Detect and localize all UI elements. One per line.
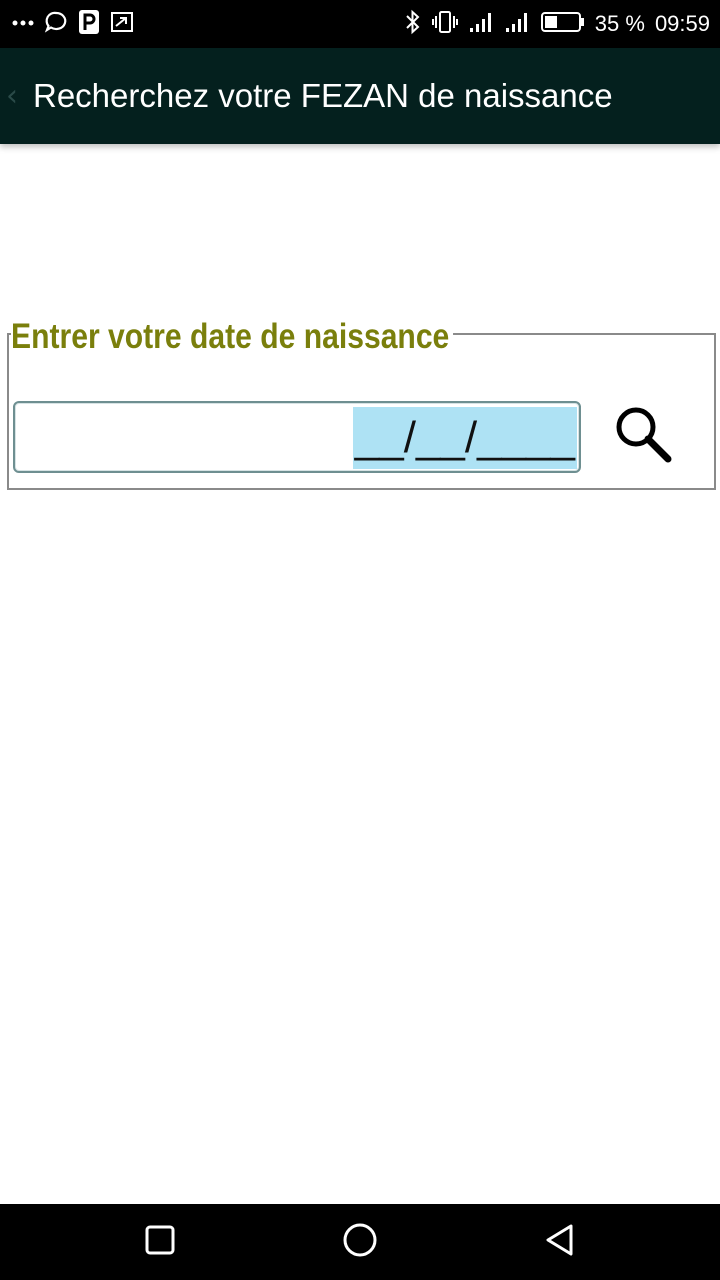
status-right: 35 % 09:59 [405, 9, 710, 40]
date-mask-text: __/__/____ [352, 407, 577, 469]
page-title: Recherchez votre FEZAN de naissance [33, 77, 613, 114]
chat-bubble-icon [44, 10, 68, 39]
back-chevron-icon[interactable]: ‹ [6, 79, 18, 114]
vibrate-icon [431, 10, 459, 39]
search-button[interactable] [607, 403, 679, 469]
more-dots-icon [12, 15, 34, 33]
search-icon [612, 403, 674, 470]
birthdate-group: Entrer votre date de naissance __/__/___… [7, 317, 716, 490]
back-icon [544, 1223, 576, 1262]
battery-icon [540, 11, 585, 38]
back-button[interactable] [520, 1204, 600, 1280]
birthdate-legend: Entrer votre date de naissance [11, 317, 453, 357]
signal-icon [469, 11, 495, 38]
bluetooth-icon [405, 9, 421, 40]
navigation-bar [0, 1204, 720, 1280]
status-bar: 35 % 09:59 [0, 0, 720, 48]
app-bar: ‹ Recherchez votre FEZAN de naissance [0, 48, 720, 144]
recent-apps-button[interactable] [120, 1204, 200, 1280]
home-icon [342, 1222, 378, 1263]
home-button[interactable] [320, 1204, 400, 1280]
clock: 09:59 [654, 11, 710, 36]
battery-percent: 35 % [594, 11, 645, 36]
birthdate-input[interactable]: __/__/____ [13, 401, 581, 473]
p-app-icon [78, 9, 100, 40]
signal-icon [505, 11, 531, 38]
recent-apps-icon [145, 1225, 175, 1260]
cast-icon [110, 11, 134, 38]
status-left [12, 9, 134, 40]
